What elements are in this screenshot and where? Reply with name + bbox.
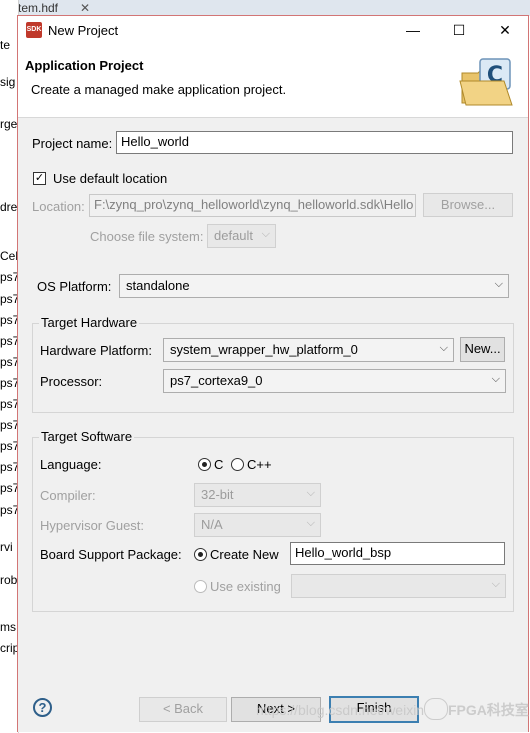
compiler-value: 32-bit: [201, 487, 234, 502]
bsp-name-input[interactable]: Hello_world_bsp: [290, 542, 505, 565]
new-hardware-button[interactable]: New...: [460, 337, 505, 362]
ide-side-fragment: rvi: [0, 540, 13, 554]
window-title: New Project: [48, 23, 119, 38]
hypervisor-guest-label: Hypervisor Guest:: [40, 518, 145, 533]
c-project-folder-icon: C: [459, 58, 513, 106]
project-name-label: Project name:: [32, 136, 113, 151]
watermark-brand: FPGA科技室: [448, 702, 529, 718]
compiler-label: Compiler:: [40, 488, 96, 503]
ide-side-fragment: dre: [0, 200, 18, 214]
title-bar: SDK New Project — ☐ ✕: [18, 16, 528, 45]
page-title: Application Project: [25, 58, 144, 73]
ide-side-fragment: rob: [0, 573, 18, 587]
chevron-down-icon: ⌵: [491, 578, 500, 590]
close-button[interactable]: ✕: [482, 16, 528, 45]
chevron-down-icon: ⌵: [439, 342, 448, 354]
help-icon[interactable]: ?: [33, 698, 52, 717]
os-platform-value: standalone: [126, 278, 190, 293]
bsp-use-existing-label: Use existing: [210, 579, 281, 594]
new-project-dialog: SDK New Project — ☐ ✕ Application Projec…: [17, 15, 529, 732]
hardware-platform-label: Hardware Platform:: [40, 343, 152, 358]
bsp-use-existing-radio[interactable]: [194, 580, 207, 593]
ide-side-fragment: Cel: [0, 249, 19, 263]
bsp-label: Board Support Package:: [40, 547, 182, 562]
hardware-platform-select[interactable]: system_wrapper_hw_platform_0 ⌵: [163, 338, 454, 362]
processor-value: ps7_cortexa9_0: [170, 373, 263, 388]
ide-top-bar: system.hdf ✕: [0, 0, 530, 16]
location-input[interactable]: F:\zynq_pro\zynq_helloworld\zynq_hellowo…: [89, 194, 416, 217]
wizard-header: Application Project Create a managed mak…: [18, 45, 528, 118]
sdk-app-icon: SDK: [26, 22, 42, 38]
processor-select[interactable]: ps7_cortexa9_0 ⌵: [163, 369, 506, 393]
target-software-title: Target Software: [39, 429, 135, 444]
watermark-url: https://blog.csdn.net/weixin: [256, 702, 425, 718]
ide-tab-close-icon[interactable]: ✕: [80, 1, 90, 15]
ide-side-fragment: ms: [0, 620, 16, 634]
browse-button[interactable]: Browse...: [423, 193, 513, 217]
wechat-icon: [424, 698, 448, 720]
chevron-down-icon: ⌵: [306, 517, 315, 529]
bsp-create-new-radio[interactable]: [194, 548, 207, 561]
chevron-down-icon: ⌵: [306, 487, 315, 499]
target-hardware-group: [32, 323, 514, 413]
hypervisor-guest-value: N/A: [201, 517, 223, 532]
language-c-radio[interactable]: [198, 458, 211, 471]
compiler-select[interactable]: 32-bit ⌵: [194, 483, 321, 507]
location-label: Location:: [32, 199, 85, 214]
ide-side-fragment: te: [0, 38, 11, 52]
bsp-existing-select[interactable]: ⌵: [291, 574, 506, 598]
processor-label: Processor:: [40, 374, 103, 389]
chevron-down-icon: ⌵: [494, 278, 503, 290]
target-hardware-title: Target Hardware: [39, 315, 140, 330]
minimize-button[interactable]: —: [390, 16, 436, 45]
bsp-create-new-label: Create New: [210, 547, 279, 562]
project-name-input[interactable]: Hello_world: [116, 131, 513, 154]
hardware-platform-value: system_wrapper_hw_platform_0: [170, 342, 358, 357]
ide-side-fragment: sig: [0, 75, 16, 89]
file-system-select[interactable]: default ⌵: [207, 224, 276, 248]
maximize-button[interactable]: ☐: [436, 16, 482, 45]
os-platform-select[interactable]: standalone ⌵: [119, 274, 509, 298]
chevron-down-icon: ⌵: [261, 228, 270, 240]
file-system-value: default: [214, 228, 254, 243]
back-button[interactable]: < Back: [139, 697, 227, 722]
language-cpp-radio[interactable]: [231, 458, 244, 471]
hypervisor-guest-select[interactable]: N/A ⌵: [194, 513, 321, 537]
file-system-label: Choose file system:: [90, 229, 204, 244]
ide-side-fragment: rge: [0, 117, 18, 131]
os-platform-label: OS Platform:: [37, 279, 112, 294]
use-default-location-label: Use default location: [53, 171, 168, 186]
language-cpp-label: C++: [247, 457, 272, 472]
language-c-label: C: [214, 457, 224, 472]
use-default-location-checkbox[interactable]: ✓: [33, 172, 46, 185]
language-label: Language:: [40, 457, 102, 472]
chevron-down-icon: ⌵: [491, 373, 500, 385]
page-subtitle: Create a managed make application projec…: [31, 82, 287, 97]
